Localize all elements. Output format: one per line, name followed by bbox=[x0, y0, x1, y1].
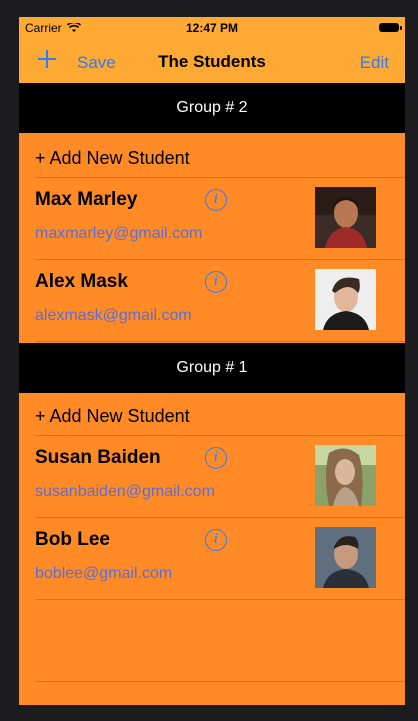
info-icon[interactable]: i bbox=[205, 271, 227, 293]
student-email: susanbaiden@gmail.com bbox=[35, 483, 215, 500]
student-email: boblee@gmail.com bbox=[35, 565, 173, 582]
student-row[interactable]: Bob Lee i boblee@gmail.com bbox=[19, 517, 405, 599]
battery-icon bbox=[379, 23, 402, 32]
student-row[interactable]: Max Marley i maxmarley@gmail.com bbox=[19, 177, 405, 259]
row-separator bbox=[35, 341, 405, 342]
status-time: 12:47 PM bbox=[185, 21, 239, 35]
student-email: alexmask@gmail.com bbox=[35, 307, 192, 324]
page-title: The Students bbox=[158, 52, 266, 71]
student-email: maxmarley@gmail.com bbox=[35, 225, 203, 242]
navigation-bar: Save The Students Edit bbox=[19, 39, 405, 83]
phone-screen: Carrier 12:47 PM Save The Students Edit … bbox=[19, 17, 405, 705]
student-name: Susan Baiden bbox=[35, 447, 161, 468]
student-row[interactable]: Alex Mask i alexmask@gmail.com bbox=[19, 259, 405, 341]
info-icon[interactable]: i bbox=[205, 529, 227, 551]
section-header-group-1: Group # 1 bbox=[19, 343, 405, 393]
add-new-student-button[interactable]: + Add New Student bbox=[19, 395, 405, 437]
student-row[interactable]: Susan Baiden i susanbaiden@gmail.com bbox=[19, 435, 405, 517]
status-bar: Carrier 12:47 PM bbox=[19, 17, 405, 39]
edit-button[interactable]: Edit bbox=[360, 53, 389, 73]
info-icon[interactable]: i bbox=[205, 189, 227, 211]
row-separator bbox=[35, 599, 405, 600]
row-separator bbox=[35, 681, 405, 682]
student-photo bbox=[315, 269, 376, 330]
student-photo bbox=[315, 527, 376, 588]
student-name: Alex Mask bbox=[35, 271, 128, 292]
info-icon[interactable]: i bbox=[205, 447, 227, 469]
student-name: Max Marley bbox=[35, 189, 138, 210]
student-name: Bob Lee bbox=[35, 529, 110, 550]
student-photo bbox=[315, 445, 376, 506]
student-photo bbox=[315, 187, 376, 248]
add-new-student-button[interactable]: + Add New Student bbox=[19, 137, 405, 179]
section-header-group-2: Group # 2 bbox=[19, 83, 405, 133]
